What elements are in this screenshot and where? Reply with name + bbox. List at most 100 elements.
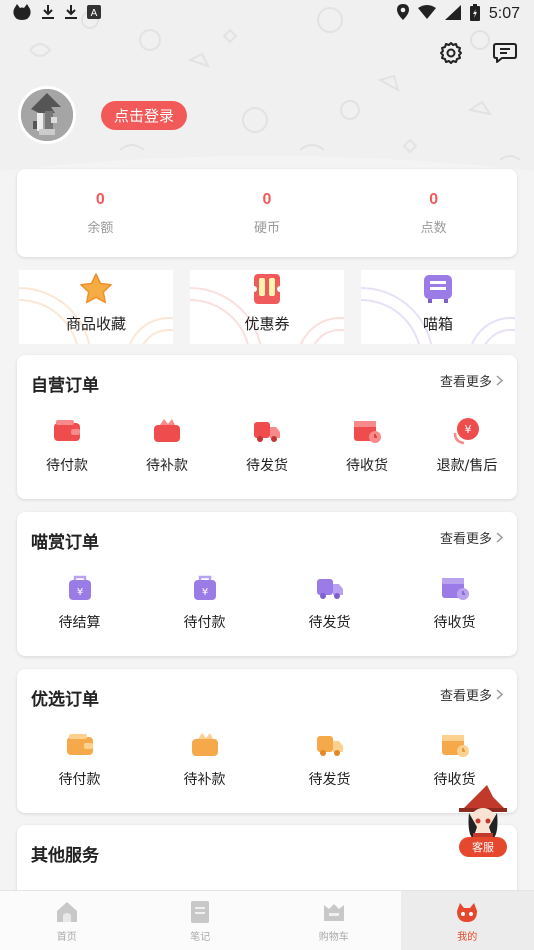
- order-status-label: 待收货: [433, 615, 476, 631]
- order-status-item[interactable]: 待发货: [217, 417, 317, 475]
- order-status-item[interactable]: 待付款: [17, 731, 142, 789]
- wallet-icon: [54, 420, 80, 441]
- stat-value: 0: [429, 190, 439, 208]
- me-icon: [457, 902, 478, 922]
- section-title: 其他服务: [31, 846, 99, 866]
- tile-label: 优惠券: [244, 315, 290, 333]
- view-more-label: 查看更多: [439, 689, 492, 704]
- section-title: 自营订单: [31, 376, 99, 396]
- svg-text:¥: ¥: [201, 587, 207, 598]
- box-icon: [424, 275, 452, 303]
- tab-label: 笔记: [190, 931, 211, 943]
- tile-label: 商品收藏: [65, 315, 126, 333]
- clock: 5:07: [488, 5, 520, 22]
- order-status-item[interactable]: 待付款: [17, 417, 117, 475]
- svg-text:¥: ¥: [465, 423, 472, 436]
- battery-icon: [469, 3, 480, 25]
- tab-label: 我的: [457, 931, 478, 943]
- order-status-item[interactable]: 待补款: [117, 417, 217, 475]
- package-icon: [354, 421, 381, 443]
- selected-orders-card: 优选订单 查看更多 待付款 待补款 待发货 待收货: [17, 669, 517, 813]
- message-icon[interactable]: [492, 40, 518, 66]
- order-status-item[interactable]: 待收货: [392, 574, 517, 632]
- order-status-label: 待发货: [308, 772, 351, 788]
- order-status-item[interactable]: ¥ 退款/售后: [417, 417, 517, 475]
- order-status-item[interactable]: ¥ 待付款: [142, 574, 267, 632]
- view-more-link[interactable]: 查看更多: [440, 528, 503, 547]
- truck-icon: [316, 736, 343, 756]
- tab-label: 首页: [56, 931, 77, 943]
- order-status-label: 待付款: [58, 772, 101, 788]
- coupon-icon: [251, 274, 283, 304]
- quick-tiles: 商品收藏 优惠券 喵箱: [19, 270, 515, 344]
- wifi-icon: [417, 5, 436, 23]
- signal-icon: [444, 4, 461, 24]
- header-background: [0, 0, 534, 190]
- login-button[interactable]: 点击登录: [101, 101, 188, 130]
- package-icon: [441, 735, 469, 757]
- settings-icon[interactable]: [438, 40, 464, 66]
- order-status-item[interactable]: 待发货: [267, 731, 392, 789]
- tab-home[interactable]: 首页: [0, 891, 134, 950]
- purse-icon: [154, 419, 180, 442]
- order-status-label: 待付款: [46, 458, 88, 474]
- stats-card: 0 余额 0 硬币 0 点数: [17, 169, 517, 257]
- favorites-tile[interactable]: 商品收藏: [19, 270, 173, 344]
- chevron-right-icon: [496, 532, 503, 543]
- status-bar: A 5:07: [0, 0, 534, 28]
- section-title: 喵赏订单: [31, 533, 99, 553]
- order-status-label: 待付款: [183, 615, 226, 631]
- order-status-label: 待发货: [308, 615, 351, 631]
- download-icon: [64, 4, 78, 24]
- view-more-label: 查看更多: [439, 375, 492, 390]
- tab-notes[interactable]: 笔记: [134, 891, 268, 950]
- location-icon: [396, 4, 409, 24]
- svg-text:¥: ¥: [76, 587, 82, 598]
- tab-cart[interactable]: 购物车: [267, 891, 401, 950]
- view-more-link[interactable]: 查看更多: [440, 371, 503, 390]
- chevron-right-icon: [496, 689, 503, 700]
- order-status-label: 待发货: [246, 458, 288, 474]
- download-icon: [41, 4, 55, 24]
- tab-label: 购物车: [318, 931, 349, 943]
- bag-yen-icon: ¥: [193, 575, 216, 600]
- stat-balance[interactable]: 0 余额: [17, 169, 184, 257]
- order-status-label: 待补款: [146, 458, 188, 474]
- order-status-item[interactable]: ¥ 待结算: [17, 574, 142, 632]
- order-status-item[interactable]: 待补款: [142, 731, 267, 789]
- note-icon: [191, 900, 210, 923]
- truck-icon: [316, 579, 343, 599]
- bottom-tab-bar: 首页 笔记 购物车 我的: [0, 890, 534, 950]
- stat-value: 0: [95, 190, 105, 208]
- stat-coins[interactable]: 0 硬币: [184, 169, 351, 257]
- order-status-item[interactable]: 待收货: [392, 731, 517, 789]
- coupons-tile[interactable]: 优惠券: [190, 270, 344, 344]
- stat-points[interactable]: 0 点数: [350, 169, 517, 257]
- box-tile[interactable]: 喵箱: [361, 270, 515, 344]
- section-title: 优选订单: [31, 690, 99, 710]
- stat-label: 余额: [87, 220, 114, 236]
- stat-value: 0: [262, 190, 272, 208]
- header-actions: [438, 40, 518, 66]
- bag-yen-icon: ¥: [68, 575, 91, 600]
- tile-label: 喵箱: [422, 315, 453, 333]
- tab-me[interactable]: 我的: [400, 891, 534, 950]
- a-icon: A: [87, 5, 101, 23]
- star-icon: [80, 273, 112, 304]
- self-orders-card: 自营订单 查看更多 待付款 待补款 待发货 待收货 ¥ 退款/售后: [17, 355, 517, 499]
- cart-icon: [323, 903, 344, 921]
- order-status-label: 待补款: [183, 772, 226, 788]
- view-more-link[interactable]: 查看更多: [440, 685, 503, 704]
- package-icon: [441, 578, 469, 600]
- order-status-item[interactable]: 待收货: [317, 417, 417, 475]
- avatar[interactable]: [18, 86, 76, 144]
- stat-label: 硬币: [254, 220, 281, 236]
- customer-service-button[interactable]: 客服: [459, 837, 507, 857]
- purse-icon: [191, 733, 218, 756]
- reward-orders-card: 喵赏订单 查看更多 ¥ 待结算 ¥ 待付款 待发货 待收货: [17, 512, 517, 656]
- svg-text:A: A: [91, 8, 98, 19]
- cat-icon: [12, 3, 32, 25]
- order-status-item[interactable]: 待发货: [267, 574, 392, 632]
- home-icon: [56, 901, 77, 922]
- chevron-right-icon: [496, 375, 503, 386]
